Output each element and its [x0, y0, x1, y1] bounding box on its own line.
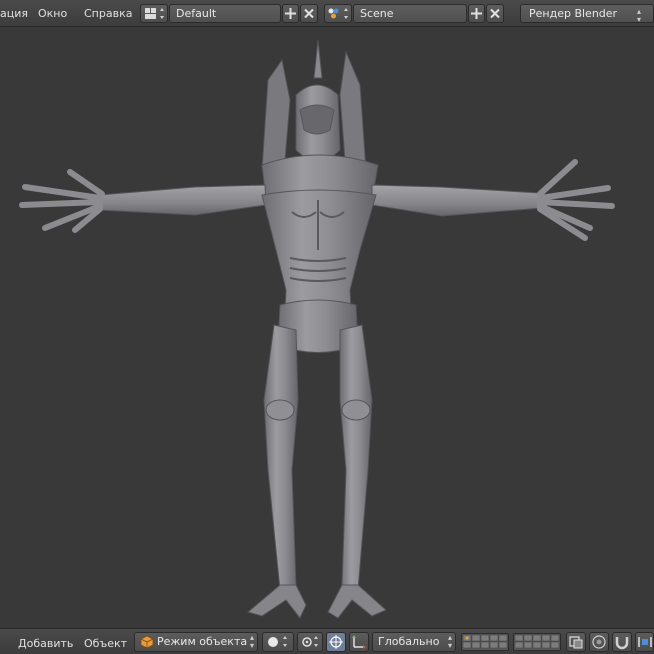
layout-name-field[interactable]: Default — [169, 4, 281, 23]
layers-grid-icon — [514, 634, 560, 649]
layout-selector-button[interactable] — [140, 4, 168, 23]
snap-toggle-button[interactable] — [612, 632, 632, 652]
layers-grid-icon — [462, 634, 508, 649]
3d-viewport[interactable] — [0, 27, 654, 627]
updown-arrows-icon: ▴ ▾ — [447, 633, 452, 650]
layers-icon — [569, 636, 583, 649]
pivot-point-select[interactable] — [297, 632, 323, 652]
plus-icon — [285, 8, 296, 19]
render-engine-label: Рендер Blender — [529, 7, 618, 20]
magnet-icon — [615, 637, 629, 650]
layer-buttons-group-2[interactable] — [513, 633, 561, 651]
plus-icon — [471, 8, 482, 19]
render-layers-button[interactable] — [566, 632, 586, 652]
menu-item-animation[interactable]: ация — [0, 7, 28, 20]
mode-label: Режим объекта — [157, 635, 248, 648]
close-icon — [490, 8, 500, 19]
add-layout-button[interactable] — [282, 4, 299, 23]
solid-shading-icon — [268, 636, 287, 647]
top-header: ация Окно Справка Default Scene Рендер B… — [0, 0, 654, 27]
menu-item-window[interactable]: Окно — [38, 7, 67, 20]
snap-increment-icon — [638, 637, 652, 647]
proportional-editing-button[interactable] — [589, 632, 609, 652]
3d-view-header: Добавить Объект Режим объекта ▴ ▾ Глобал… — [0, 628, 654, 654]
layer-buttons-group-1[interactable] — [461, 633, 509, 651]
viewport-shading-select[interactable] — [262, 632, 294, 652]
monster-model-mesh — [19, 39, 615, 619]
mode-select[interactable]: Режим объекта ▴ ▾ — [134, 632, 258, 652]
scene-icon — [328, 8, 348, 19]
delete-layout-button[interactable] — [300, 4, 318, 23]
manipulator-toggle[interactable] — [326, 632, 346, 652]
model-render — [19, 39, 615, 619]
scene-name-field[interactable]: Scene — [353, 4, 467, 23]
layout-icon — [145, 8, 164, 19]
proportional-edit-icon — [592, 635, 606, 649]
pivot-icon — [302, 636, 318, 647]
menu-object[interactable]: Объект — [84, 637, 127, 650]
scene-selector-button[interactable] — [324, 4, 352, 23]
add-scene-button[interactable] — [468, 4, 485, 23]
close-icon — [304, 8, 314, 19]
manipulator-icon — [329, 635, 343, 649]
render-engine-select[interactable]: Рендер Blender ▴ ▾ — [520, 4, 654, 23]
updown-arrows-icon: ▴ ▾ — [249, 633, 254, 650]
menu-item-help[interactable]: Справка — [84, 7, 132, 20]
delete-scene-button[interactable] — [486, 4, 504, 23]
translate-arrows-icon — [352, 635, 366, 649]
transform-orientation-select[interactable]: Глобально ▴ ▾ — [372, 632, 456, 652]
orientation-label: Глобально — [378, 635, 440, 648]
transform-manipulator-button[interactable] — [349, 632, 369, 652]
updown-arrows-icon: ▴ ▾ — [636, 7, 641, 23]
menu-add[interactable]: Добавить — [18, 637, 73, 650]
snap-element-select[interactable] — [635, 632, 654, 652]
object-mode-cube-icon — [140, 635, 154, 649]
